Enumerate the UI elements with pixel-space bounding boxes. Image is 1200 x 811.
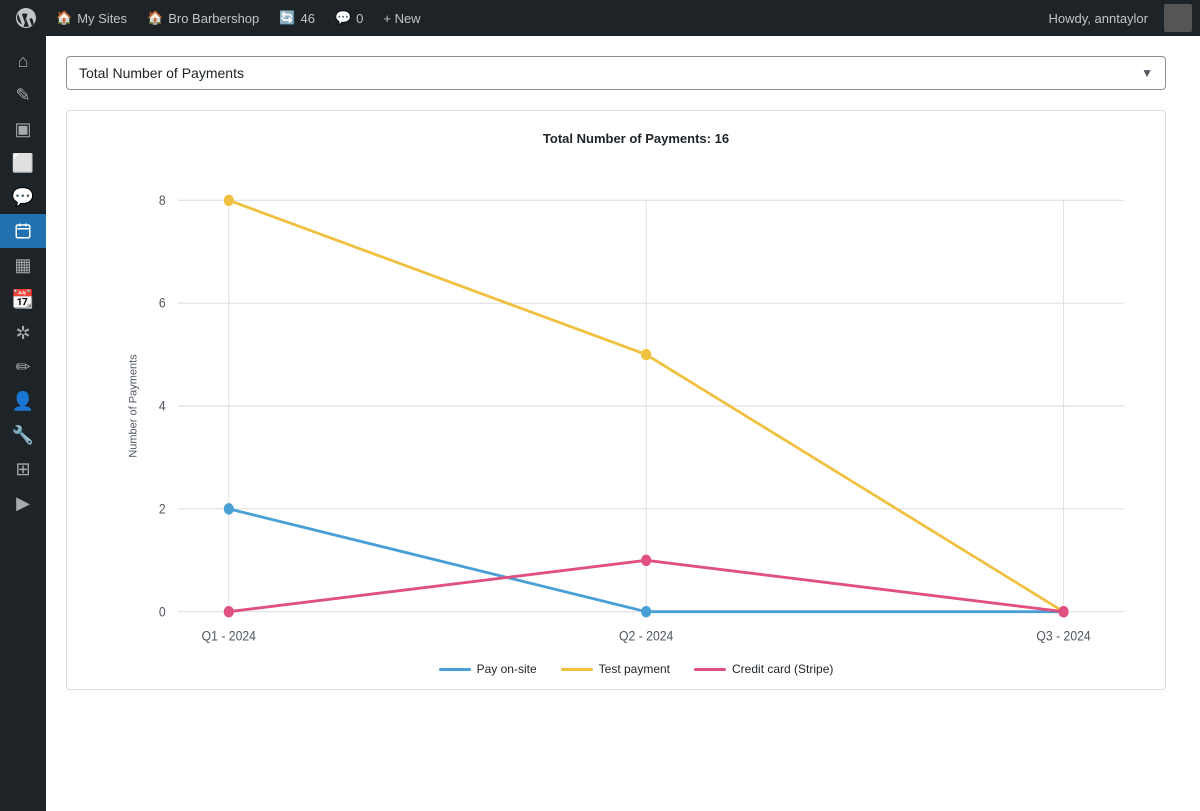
legend-test-payment-label: Test payment bbox=[599, 662, 670, 676]
comments-count: 0 bbox=[356, 11, 363, 26]
svg-text:0: 0 bbox=[159, 604, 166, 620]
credit-card-point-q3 bbox=[1058, 606, 1068, 617]
sidebar-item-posts[interactable]: ✎ bbox=[0, 78, 46, 112]
test-payment-point-q2 bbox=[641, 349, 651, 360]
home-icon: 🏠 bbox=[56, 10, 72, 26]
legend-pay-onsite-line bbox=[439, 668, 471, 671]
updates-button[interactable]: 🔄 46 bbox=[271, 0, 323, 36]
test-payment-point-q1 bbox=[224, 195, 234, 206]
chart-svg-wrapper: Number of Payments 0 2 4 6 8 bbox=[127, 166, 1145, 646]
legend-test-payment: Test payment bbox=[561, 662, 670, 676]
dropdown-selected-label: Total Number of Payments bbox=[79, 65, 244, 81]
sidebar-item-calendar[interactable] bbox=[0, 214, 46, 248]
chevron-down-icon: ▼ bbox=[1141, 66, 1153, 80]
sidebar-item-tools[interactable]: ✲ bbox=[0, 316, 46, 350]
svg-text:Q1 - 2024: Q1 - 2024 bbox=[202, 628, 256, 644]
sidebar-item-media[interactable]: ▣ bbox=[0, 112, 46, 146]
pay-onsite-point-q1 bbox=[224, 503, 234, 514]
main-content: Total Number of Payments ▼ Total Number … bbox=[46, 36, 1200, 811]
svg-text:Q2 - 2024: Q2 - 2024 bbox=[619, 628, 673, 644]
chart-legend: Pay on-site Test payment Credit card (St… bbox=[127, 662, 1145, 676]
comments-button[interactable]: 💬 0 bbox=[327, 0, 371, 36]
sidebar-item-settings[interactable]: 🔧 bbox=[0, 418, 46, 452]
sidebar: ⌂ ✎ ▣ ⬜ 💬 ▦ 📆 ✲ ✏ 👤 🔧 ⊞ ▶ bbox=[0, 36, 46, 811]
comments-icon-bar: 💬 bbox=[335, 10, 351, 26]
site-name-button[interactable]: 🏠 Bro Barbershop bbox=[139, 0, 267, 36]
sidebar-item-pages[interactable]: ⬜ bbox=[0, 146, 46, 180]
site-home-icon: 🏠 bbox=[147, 10, 163, 26]
user-avatar[interactable] bbox=[1164, 4, 1192, 32]
howdy-label: Howdy, anntaylor bbox=[1037, 0, 1160, 36]
chart-type-dropdown[interactable]: Total Number of Payments ▼ bbox=[66, 56, 1166, 90]
legend-credit-card-label: Credit card (Stripe) bbox=[732, 662, 833, 676]
svg-text:6: 6 bbox=[159, 295, 166, 311]
svg-text:Q3 - 2024: Q3 - 2024 bbox=[1036, 628, 1090, 644]
credit-card-point-q2 bbox=[641, 555, 651, 566]
sidebar-item-comments[interactable]: 💬 bbox=[0, 180, 46, 214]
my-sites-label: My Sites bbox=[77, 11, 127, 26]
admin-bar: 🏠 My Sites 🏠 Bro Barbershop 🔄 46 💬 0 + N… bbox=[0, 0, 1200, 36]
sidebar-item-add[interactable]: ⊞ bbox=[0, 452, 46, 486]
credit-card-point-q1 bbox=[224, 606, 234, 617]
chart-title: Total Number of Payments: 16 bbox=[127, 131, 1145, 146]
updates-count: 46 bbox=[300, 11, 314, 26]
sidebar-item-schedule[interactable]: 📆 bbox=[0, 282, 46, 316]
legend-pay-onsite: Pay on-site bbox=[439, 662, 537, 676]
sidebar-item-table[interactable]: ▦ bbox=[0, 248, 46, 282]
legend-pay-onsite-label: Pay on-site bbox=[477, 662, 537, 676]
sidebar-item-media2[interactable]: ▶ bbox=[0, 486, 46, 520]
chart-container: Total Number of Payments: 16 Number of P… bbox=[66, 110, 1166, 690]
pay-onsite-point-q2 bbox=[641, 606, 651, 617]
new-item-label: + New bbox=[383, 11, 420, 26]
legend-credit-card-line bbox=[694, 668, 726, 671]
chart-svg: 0 2 4 6 8 Q1 - 2024 Q2 - bbox=[127, 166, 1145, 646]
svg-text:4: 4 bbox=[159, 398, 166, 414]
svg-text:2: 2 bbox=[159, 501, 166, 517]
sidebar-item-users[interactable]: 👤 bbox=[0, 384, 46, 418]
sidebar-item-plugin[interactable]: ✏ bbox=[0, 350, 46, 384]
updates-icon: 🔄 bbox=[279, 10, 295, 26]
legend-credit-card: Credit card (Stripe) bbox=[694, 662, 833, 676]
sidebar-item-dashboard[interactable]: ⌂ bbox=[0, 44, 46, 78]
my-sites-button[interactable]: 🏠 My Sites bbox=[48, 0, 135, 36]
legend-test-payment-line bbox=[561, 668, 593, 671]
new-item-button[interactable]: + New bbox=[375, 0, 428, 36]
svg-text:8: 8 bbox=[159, 192, 166, 208]
wp-logo-button[interactable] bbox=[8, 0, 44, 36]
site-name-label: Bro Barbershop bbox=[168, 11, 259, 26]
y-axis-label: Number of Payments bbox=[128, 354, 140, 457]
